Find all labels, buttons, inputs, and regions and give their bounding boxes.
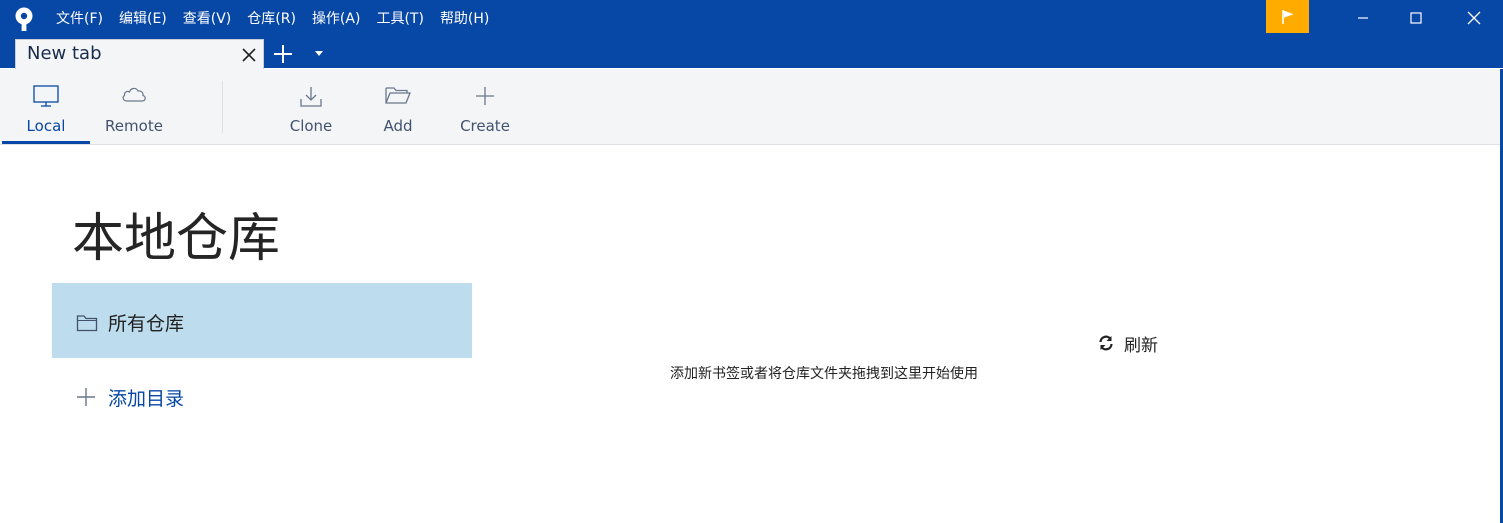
add-directory-label: 添加目录 — [108, 388, 185, 410]
empty-state-hint: 添加新书签或者将仓库文件夹拖拽到这里开始使用 — [670, 366, 978, 382]
folder-icon — [76, 315, 98, 332]
refresh-label: 刷新 — [1124, 335, 1158, 356]
add-directory-button[interactable]: 添加目录 — [52, 380, 472, 416]
add-label: Add — [383, 117, 413, 135]
menu-file[interactable]: 文件(F) — [48, 0, 111, 38]
menu-actions[interactable]: 操作(A) — [304, 0, 369, 38]
tab-remote[interactable]: Remote — [90, 69, 178, 144]
new-tab-plus-icon[interactable] — [272, 43, 294, 65]
maximize-button[interactable] — [1391, 0, 1441, 36]
maximize-icon — [1410, 12, 1422, 24]
close-icon — [1467, 11, 1481, 25]
folder-open-icon — [385, 87, 411, 104]
tab-close-icon[interactable] — [240, 46, 258, 64]
refresh-icon — [1099, 335, 1113, 351]
add-button[interactable]: Add — [356, 69, 440, 144]
menu-bar: 文件(F) 编辑(E) 查看(V) 仓库(R) 操作(A) 工具(T) 帮助(H… — [48, 0, 497, 38]
toolbar: Local Remote Clone Add Create — [0, 69, 1503, 145]
tab-new-tab[interactable]: New tab — [15, 39, 264, 69]
sourcetree-logo-icon — [15, 7, 33, 31]
tab-local-label: Local — [26, 117, 66, 135]
page-title: 本地仓库 — [72, 209, 281, 269]
menu-tools[interactable]: 工具(T) — [368, 0, 431, 38]
tab-remote-label: Remote — [105, 117, 163, 135]
menu-view[interactable]: 查看(V) — [175, 0, 240, 38]
monitor-icon — [33, 85, 59, 107]
create-label: Create — [460, 117, 510, 135]
nav-all-repositories[interactable]: 所有仓库 — [52, 283, 472, 358]
tab-local[interactable]: Local — [2, 69, 90, 144]
download-icon — [300, 87, 322, 107]
clone-button[interactable]: Clone — [268, 69, 354, 144]
cloud-icon — [122, 87, 146, 102]
notification-flag-button[interactable] — [1266, 0, 1309, 33]
tab-title: New tab — [27, 43, 102, 64]
menu-edit[interactable]: 编辑(E) — [111, 0, 175, 38]
menu-repository[interactable]: 仓库(R) — [239, 0, 304, 38]
tab-list-chevron-down-icon[interactable] — [312, 48, 326, 60]
refresh-button[interactable]: 刷新 — [1097, 331, 1158, 356]
minimize-icon — [1358, 17, 1368, 19]
create-button[interactable]: Create — [440, 69, 530, 144]
nav-all-repositories-label: 所有仓库 — [108, 313, 185, 335]
flag-icon — [1281, 9, 1293, 24]
menu-help[interactable]: 帮助(H) — [432, 0, 497, 38]
toolbar-divider — [222, 81, 223, 133]
clone-label: Clone — [289, 117, 333, 135]
minimize-button[interactable] — [1338, 0, 1388, 36]
plus-icon — [476, 87, 494, 105]
plus-icon — [77, 388, 95, 406]
close-window-button[interactable] — [1449, 0, 1499, 36]
